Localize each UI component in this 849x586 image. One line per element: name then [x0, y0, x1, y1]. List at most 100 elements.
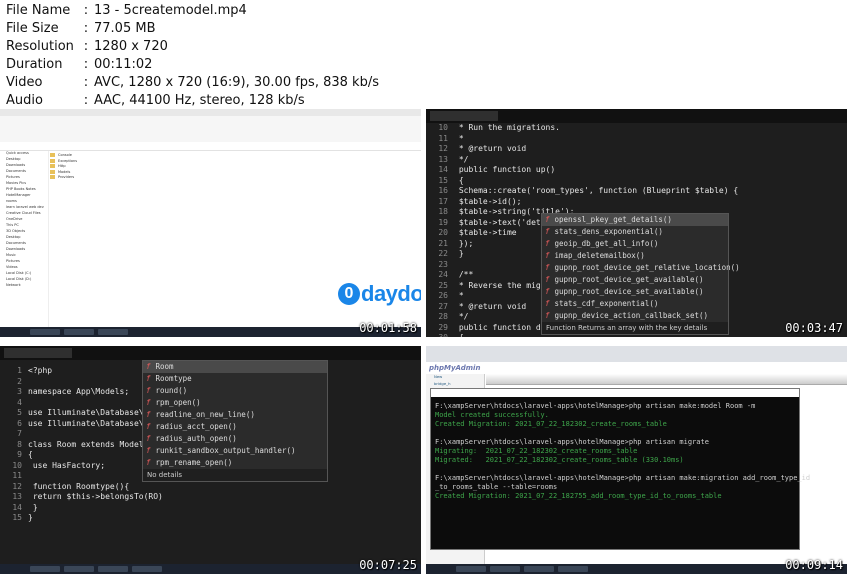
function-icon: f: [545, 299, 550, 308]
autocomplete-item[interactable]: f rpm_rename_open(): [143, 457, 327, 469]
line-number: 29: [438, 322, 448, 332]
line-text: use HasFactory;: [28, 460, 106, 470]
line-text: });: [454, 238, 474, 248]
autocomplete-popup[interactable]: f Room f Roomtype f round() f rpm_open() f readli…: [142, 360, 328, 482]
line-number: 4: [17, 397, 22, 407]
file-info-key: Video: [6, 75, 43, 90]
autocomplete-item[interactable]: f radius_auth_open(): [143, 433, 327, 445]
autocomplete-label: Room: [155, 362, 174, 371]
line-number: 14: [438, 165, 448, 174]
thumbnail-model-editor[interactable]: 1 <?php 2 3 namespace App\Models; 4 5 use Illum…: [0, 346, 421, 574]
autocomplete-item[interactable]: f gupnp_root_device_get_relative_location…: [542, 262, 740, 274]
line-text: Schema::create('room_types', function (B…: [454, 186, 739, 195]
file-row[interactable]: Providers: [50, 175, 77, 181]
line-number: 6: [17, 418, 22, 428]
code-line: 15}: [0, 513, 168, 524]
nav-item[interactable]: Network: [0, 283, 48, 289]
line-number: 12: [438, 144, 448, 153]
autocomplete-label: rpm_open(): [155, 398, 201, 407]
autocomplete-label: radius_acct_open(): [155, 422, 237, 431]
folder-icon: [50, 164, 55, 168]
window-title-bar: [0, 109, 421, 116]
autocomplete-label: gupnp_device_action_callback_set(): [554, 311, 709, 320]
command-prompt-window[interactable]: F:\xampServer\htdocs\laravel-apps\hotelM…: [430, 388, 810, 550]
code-line: 15 {: [426, 176, 738, 187]
file-info-value: 77.05 MB: [94, 21, 156, 36]
autocomplete-popup[interactable]: f openssl_pkey_get_details() f stats_dens_e…: [541, 213, 740, 335]
file-info-separator: :: [83, 3, 89, 18]
line-number: 22: [438, 249, 448, 258]
file-info-separator: :: [83, 21, 89, 36]
autocomplete-item[interactable]: f readline_on_new_line(): [143, 409, 327, 421]
thumbnail-explorer[interactable]: Quick access Desktop Downloads Documents Pic…: [0, 109, 421, 337]
line-text: * Reverse the migr: [454, 280, 546, 290]
file-info-separator: :: [83, 57, 89, 72]
autocomplete-label: readline_on_new_line(): [155, 410, 255, 419]
line-number: 13: [12, 492, 22, 501]
line-text: {: [454, 175, 464, 185]
autocomplete-label: gupnp_root_device_set_available(): [554, 287, 704, 296]
thumbnail-phpmyadmin-cmd[interactable]: phpMyAdmin Newbridge_hcilcil_employcorec…: [426, 346, 847, 574]
file-info-value: AAC, 44100 Hz, stereo, 128 kb/s: [94, 93, 305, 108]
file-info-key: Duration: [6, 57, 63, 72]
line-text: function Roomtype(){: [28, 481, 130, 491]
function-icon: f: [146, 398, 151, 407]
autocomplete-item[interactable]: f stats_dens_exponential(): [542, 226, 728, 238]
function-icon: f: [545, 287, 550, 296]
function-icon: f: [146, 446, 151, 455]
autocomplete-label: openssl_pkey_get_details(): [554, 215, 672, 224]
file-info-value: 13 - 5createmodel.mp4: [94, 3, 247, 18]
autocomplete-item[interactable]: f gupnp_device_action_callback_set(): [542, 310, 728, 322]
line-text: {: [454, 333, 464, 337]
editor-tab-bar: [0, 346, 421, 360]
autocomplete-label: round(): [155, 386, 188, 395]
function-icon: f: [146, 458, 151, 467]
phpmyadmin-logo: phpMyAdmin: [429, 364, 481, 372]
autocomplete-item[interactable]: f round(): [143, 385, 327, 397]
function-icon: f: [545, 311, 550, 320]
line-number: 11: [438, 133, 448, 143]
timestamp: 00:03:47: [785, 321, 843, 335]
code-line: 16 Schema::create('room_types', function…: [426, 186, 738, 197]
line-number: 23: [438, 259, 448, 269]
line-number: 10: [12, 460, 22, 470]
line-number: 7: [17, 429, 22, 438]
thumbnail-migration-editor[interactable]: 10 * Run the migrations. 11 * 12 * @return…: [426, 109, 847, 337]
autocomplete-item[interactable]: f runkit_sandbox_output_handler(): [143, 445, 327, 457]
taskbar: [0, 564, 421, 574]
line-number: 18: [438, 207, 448, 216]
autocomplete-label: geoip_db_get_all_info(): [554, 239, 659, 248]
code-line: 12 * @return void: [426, 144, 738, 155]
autocomplete-item[interactable]: f rpm_open(): [143, 397, 327, 409]
function-icon: f: [545, 239, 550, 248]
line-number: 1: [17, 366, 22, 375]
autocomplete-item[interactable]: f openssl_pkey_get_details(): [542, 214, 728, 226]
taskbar: [426, 564, 847, 574]
line-text: }: [28, 513, 33, 522]
line-number: 24: [438, 270, 448, 279]
line-text: }: [454, 249, 464, 258]
cmd-line: F:\xampServer\htdocs\laravel-apps\hotelM…: [435, 402, 756, 410]
line-text: */: [454, 312, 469, 321]
line-text: $table->time: [454, 228, 517, 237]
file-info-value: AVC, 1280 x 720 (16:9), 30.00 fps, 838 k…: [94, 75, 379, 90]
autocomplete-item[interactable]: f Room: [143, 361, 327, 373]
file-info-row: File Size:77.05 MB: [6, 20, 379, 38]
explorer-ribbon: [0, 116, 421, 143]
file-info: File Name:13 - 5createmodel.mp4 File Size…: [6, 2, 379, 110]
line-number: 13: [438, 154, 448, 164]
autocomplete-item[interactable]: f gupnp_root_device_get_available(): [542, 274, 728, 286]
autocomplete-item[interactable]: f imap_deletemailbox(): [542, 250, 728, 262]
function-icon: f: [545, 251, 550, 260]
file-info-row: Resolution:1280 x 720: [6, 38, 379, 56]
cmd-line: F:\xampServer\htdocs\laravel-apps\hotelM…: [435, 438, 709, 446]
autocomplete-item[interactable]: f gupnp_root_device_set_available(): [542, 286, 728, 298]
autocomplete-item[interactable]: f Roomtype: [143, 373, 327, 385]
line-text: <?php: [28, 366, 53, 375]
function-icon: f: [146, 422, 151, 431]
autocomplete-item[interactable]: f radius_acct_open(): [143, 421, 327, 433]
autocomplete-item[interactable]: f stats_cdf_exponential(): [542, 298, 728, 310]
phpmyadmin-toolbar: [486, 374, 847, 385]
autocomplete-item[interactable]: f geoip_db_get_all_info(): [542, 238, 728, 250]
line-number: 27: [438, 301, 448, 311]
